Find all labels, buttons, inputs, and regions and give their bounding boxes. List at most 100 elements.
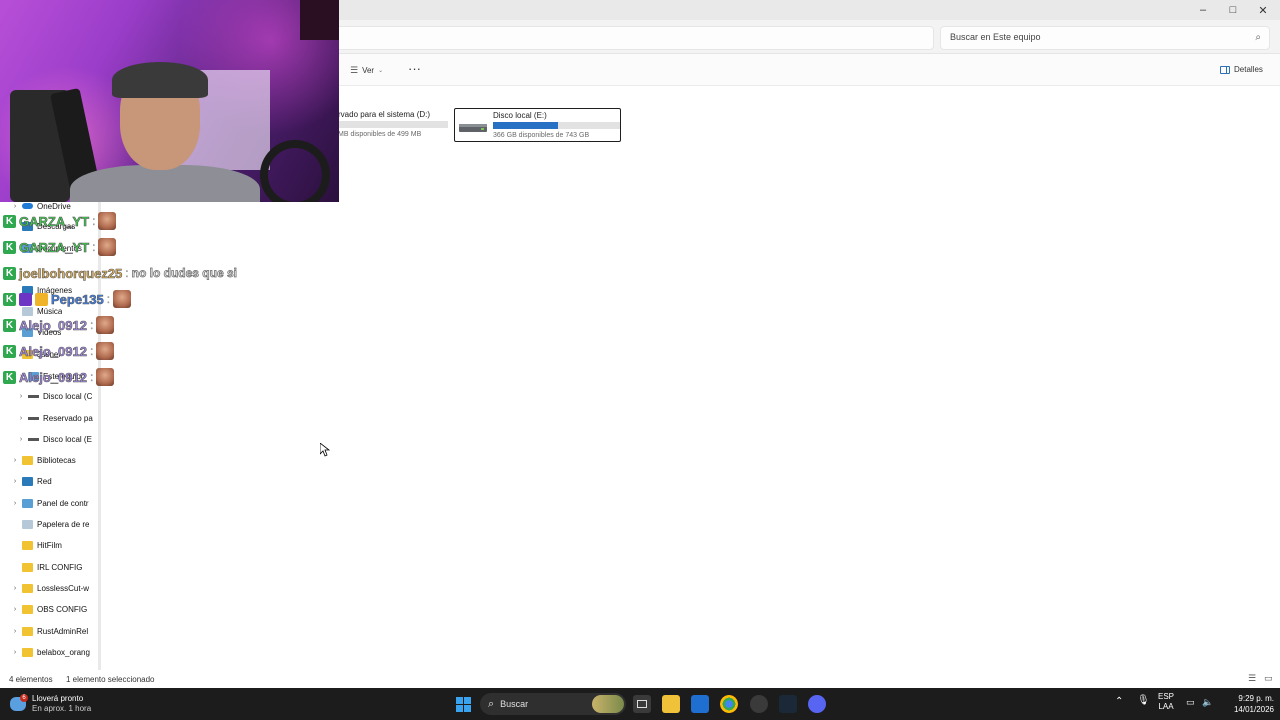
chevron-right-icon[interactable]: › <box>10 500 20 507</box>
details-view-icon[interactable]: ☰ <box>1248 673 1256 684</box>
more-options-button[interactable]: ··· <box>408 61 421 76</box>
taskbar: 6 Lloverá pronto En aprox. 1 hora ⌕ Busc… <box>0 688 1280 720</box>
nav-item-label: LosslessCut-w <box>37 583 90 593</box>
drive-icon <box>28 394 39 398</box>
onedrive-icon <box>22 203 33 209</box>
taskbar-search-label: Buscar <box>500 699 529 709</box>
nav-item[interactable]: › Disco local (E <box>16 430 92 448</box>
clock[interactable]: 9:29 p. m. 14/01/2026 <box>1222 693 1274 715</box>
nav-item[interactable]: HitFilm <box>10 536 62 554</box>
emote-icon <box>98 212 117 230</box>
discord-icon[interactable] <box>808 695 826 713</box>
nav-item[interactable]: › OBS CONFIG <box>10 600 87 618</box>
network-icon[interactable]: ▭ <box>1186 697 1195 707</box>
minimize-button[interactable]: – <box>1188 0 1218 20</box>
view-icon: ☰ <box>350 65 359 75</box>
chevron-right-icon[interactable]: › <box>10 649 20 656</box>
nav-item-label: Bibliotecas <box>37 455 76 465</box>
nav-item-label: RustAdminRel <box>37 626 89 636</box>
file-explorer-icon[interactable] <box>662 695 680 713</box>
date-text: 14/01/2026 <box>1233 705 1274 714</box>
chevron-right-icon[interactable]: › <box>10 585 20 592</box>
weather-subtitle: En aprox. 1 hora <box>32 704 92 713</box>
emote-icon <box>96 342 115 360</box>
search-icon: ⌕ <box>1255 32 1261 43</box>
taskbar-search[interactable]: ⌕ Buscar <box>480 693 626 715</box>
chevron-right-icon[interactable]: › <box>16 393 26 400</box>
kick-badge-icon: K <box>3 266 16 280</box>
tiles-view-icon[interactable]: ▭ <box>1264 673 1273 684</box>
details-button[interactable]: Detalles <box>1220 65 1263 74</box>
nav-item[interactable]: › Disco local (C <box>16 387 93 405</box>
drive-name: Disco local (E:) <box>493 111 547 120</box>
chevron-right-icon[interactable]: › <box>10 203 20 210</box>
nav-item[interactable]: › Panel de contr <box>10 494 89 512</box>
search-highlight-art <box>592 695 624 713</box>
drive-icon <box>28 437 39 441</box>
drive-name: rvado para el sistema (D:) <box>338 110 431 119</box>
microphone-icon[interactable]: 🎙 <box>1137 696 1150 706</box>
chat-separator: : <box>89 318 94 332</box>
chevron-right-icon[interactable]: › <box>10 628 20 635</box>
chevron-right-icon[interactable]: › <box>10 478 20 485</box>
chat-message: K Alejo_0912: <box>3 314 115 336</box>
task-view-icon[interactable] <box>633 695 651 713</box>
language-indicator[interactable]: ESP LAA <box>1158 692 1174 712</box>
weather-widget[interactable]: 6 Lloverá pronto En aprox. 1 hora <box>10 691 91 717</box>
obs-icon[interactable] <box>750 695 768 713</box>
close-button[interactable]: ✕ <box>1248 0 1278 20</box>
chat-separator: : <box>106 292 111 306</box>
nav-item-label: Disco local (C <box>43 391 93 401</box>
address-bar[interactable] <box>250 26 934 50</box>
chevron-right-icon[interactable]: › <box>10 606 20 613</box>
view-label: Ver <box>362 66 375 75</box>
chat-message: K Alejo_0912: <box>3 340 115 362</box>
nav-item[interactable]: IRL CONFIG <box>10 558 82 576</box>
nav-item-label: HitFilm <box>37 540 62 550</box>
recycle-bin-icon <box>22 519 33 529</box>
language-bottom: LAA <box>1158 702 1174 711</box>
chevron-right-icon[interactable]: › <box>16 436 26 443</box>
show-hidden-icons-chevron-icon[interactable]: ⌃ <box>1115 697 1123 707</box>
windows-icon <box>455 696 471 712</box>
drive-tile-e[interactable]: Disco local (E:) 366 GB disponibles de 7… <box>454 108 621 142</box>
details-label: Detalles <box>1234 65 1263 74</box>
maximize-button[interactable]: □ <box>1218 0 1248 20</box>
volume-icon[interactable]: 🔈 <box>1202 697 1213 707</box>
folder-icon <box>22 647 33 657</box>
nav-item[interactable]: › LosslessCut-w <box>10 579 89 597</box>
nav-item[interactable]: › belabox_orang <box>10 643 90 661</box>
outlook-icon[interactable] <box>691 695 709 713</box>
nav-item-label: Papelera de re <box>37 519 90 529</box>
chevron-right-icon[interactable]: › <box>10 457 20 464</box>
weather-title: Lloverá pronto <box>32 694 84 703</box>
search-icon: ⌕ <box>488 697 495 710</box>
nav-item[interactable]: › RustAdminRel <box>10 622 88 640</box>
item-count: 4 elementos <box>9 675 53 684</box>
drive-free-text: MB disponibles de 499 MB <box>338 131 422 138</box>
nav-item-label: Panel de contr <box>37 498 89 508</box>
notification-badge: 6 <box>20 694 28 702</box>
nav-item[interactable]: › Red <box>10 472 52 490</box>
selection-count: 1 elemento seleccionado <box>66 675 155 684</box>
steam-icon[interactable] <box>779 695 797 713</box>
chat-text: no lo dudes que si <box>131 266 237 281</box>
nav-item[interactable]: › Bibliotecas <box>10 451 76 469</box>
nav-item-label: OBS CONFIG <box>37 604 88 614</box>
nav-item-label: belabox_orang <box>37 647 90 657</box>
subscriber-badge-icon <box>19 292 32 306</box>
chevron-right-icon[interactable]: › <box>16 415 26 422</box>
nav-item[interactable]: Papelera de re <box>10 515 89 533</box>
kick-badge-icon: K <box>3 318 16 332</box>
chat-username: Alejo_0912 <box>19 369 88 385</box>
start-button[interactable] <box>454 695 472 713</box>
emote-icon <box>113 290 132 308</box>
nav-item[interactable]: › Reservado pa <box>16 409 93 427</box>
nav-item-label: IRL CONFIG <box>37 562 83 572</box>
chrome-icon[interactable] <box>720 695 738 713</box>
folder-icon <box>22 626 33 636</box>
search-box[interactable]: Buscar en Este equipo ⌕ <box>940 26 1270 50</box>
nav-item-label: Reservado pa <box>43 413 93 423</box>
view-button[interactable]: ☰ Ver ⌄ <box>350 65 383 76</box>
nav-item-label: Red <box>37 476 52 486</box>
